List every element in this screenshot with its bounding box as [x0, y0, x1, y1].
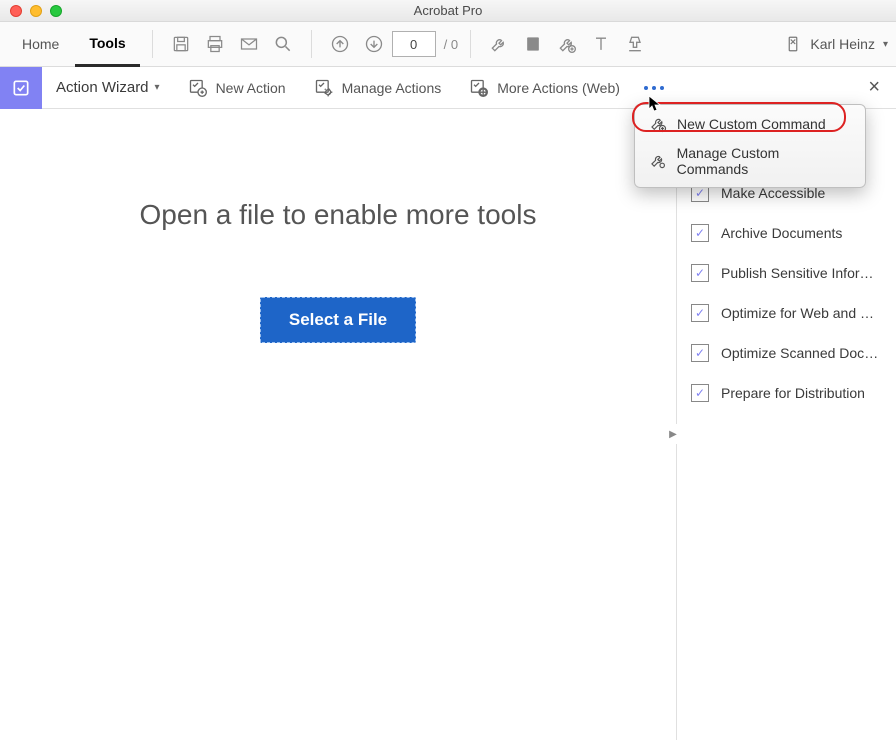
- stamp-icon[interactable]: [619, 28, 651, 60]
- action-wizard-title: Action Wizard: [56, 79, 149, 96]
- sidebar-item-label: Publish Sensitive Inform…: [721, 265, 882, 281]
- close-panel-button[interactable]: ×: [860, 76, 888, 99]
- sidebar-item-label: Prepare for Distribution: [721, 385, 865, 401]
- main-pane: Open a file to enable more tools Select …: [0, 109, 676, 740]
- save-icon[interactable]: [165, 28, 197, 60]
- user-name-label: Karl Heinz: [810, 36, 875, 52]
- more-actions-web-button[interactable]: More Actions (Web): [455, 67, 634, 109]
- wrench-add-icon[interactable]: [551, 28, 583, 60]
- title-bar: Acrobat Pro: [0, 0, 896, 22]
- mobile-icon: [784, 35, 802, 53]
- sidebar-item-publish-sensitive[interactable]: Publish Sensitive Inform…: [687, 253, 886, 293]
- body: Open a file to enable more tools Select …: [0, 109, 896, 740]
- menu-item-new-custom-command[interactable]: New Custom Command: [635, 109, 865, 139]
- text-icon[interactable]: [585, 28, 617, 60]
- prev-page-icon[interactable]: [324, 28, 356, 60]
- more-actions-web-label: More Actions (Web): [497, 80, 620, 96]
- next-page-icon[interactable]: [358, 28, 390, 60]
- new-action-label: New Action: [216, 80, 286, 96]
- check-icon: [691, 224, 709, 242]
- sidebar-item-label: Optimize Scanned Docu…: [721, 345, 882, 361]
- window-title: Acrobat Pro: [0, 3, 896, 18]
- new-action-button[interactable]: New Action: [174, 67, 300, 109]
- tab-tools[interactable]: Tools: [75, 22, 139, 67]
- search-icon[interactable]: [267, 28, 299, 60]
- checklist-gear-icon: [314, 78, 334, 98]
- checklist-globe-icon: [469, 78, 489, 98]
- select-file-button[interactable]: Select a File: [260, 297, 416, 343]
- action-wizard-dropdown[interactable]: Action Wizard ▾: [42, 79, 174, 96]
- page-number-input[interactable]: [392, 31, 436, 57]
- manage-actions-label: Manage Actions: [342, 80, 442, 96]
- collapse-sidebar-button[interactable]: ▶: [668, 424, 678, 444]
- manage-actions-button[interactable]: Manage Actions: [300, 67, 456, 109]
- wrench-gear-icon: [649, 152, 667, 170]
- sidebar-item-optimize-web[interactable]: Optimize for Web and M…: [687, 293, 886, 333]
- check-icon: [691, 264, 709, 282]
- menu-item-label: Manage Custom Commands: [677, 145, 851, 177]
- sidebar-item-optimize-scanned[interactable]: Optimize Scanned Docu…: [687, 333, 886, 373]
- chevron-down-icon: ▾: [155, 82, 160, 93]
- overflow-menu-button[interactable]: [634, 86, 674, 90]
- separator: [152, 30, 153, 58]
- check-icon: [691, 344, 709, 362]
- book-icon[interactable]: [517, 28, 549, 60]
- tab-home[interactable]: Home: [8, 22, 73, 67]
- user-menu[interactable]: Karl Heinz ▾: [784, 35, 888, 53]
- main-toolbar: Home Tools / 0 Karl Heinz ▾: [0, 22, 896, 67]
- action-wizard-toolbar: Action Wizard ▾ New Action Manage Action…: [0, 67, 896, 109]
- check-icon: [691, 304, 709, 322]
- mail-icon[interactable]: [233, 28, 265, 60]
- action-wizard-badge-icon: [0, 67, 42, 109]
- check-icon: [691, 384, 709, 402]
- checklist-add-icon: [188, 78, 208, 98]
- actions-sidebar: ▶ Make Accessible Archive Documents Publ…: [676, 109, 896, 740]
- sidebar-item-archive-documents[interactable]: Archive Documents: [687, 213, 886, 253]
- empty-state-message: Open a file to enable more tools: [140, 199, 537, 231]
- separator: [311, 30, 312, 58]
- chevron-down-icon: ▾: [883, 39, 888, 50]
- wrench-plus-icon: [649, 115, 667, 133]
- sidebar-item-label: Optimize for Web and M…: [721, 305, 882, 321]
- wrench-icon[interactable]: [483, 28, 515, 60]
- menu-item-label: New Custom Command: [677, 116, 826, 132]
- sidebar-item-label: Archive Documents: [721, 225, 842, 241]
- page-total-label: / 0: [444, 37, 458, 52]
- menu-item-manage-custom-commands[interactable]: Manage Custom Commands: [635, 139, 865, 183]
- separator: [470, 30, 471, 58]
- sidebar-item-prepare-distribution[interactable]: Prepare for Distribution: [687, 373, 886, 413]
- overflow-popup-menu: New Custom Command Manage Custom Command…: [634, 104, 866, 188]
- print-icon[interactable]: [199, 28, 231, 60]
